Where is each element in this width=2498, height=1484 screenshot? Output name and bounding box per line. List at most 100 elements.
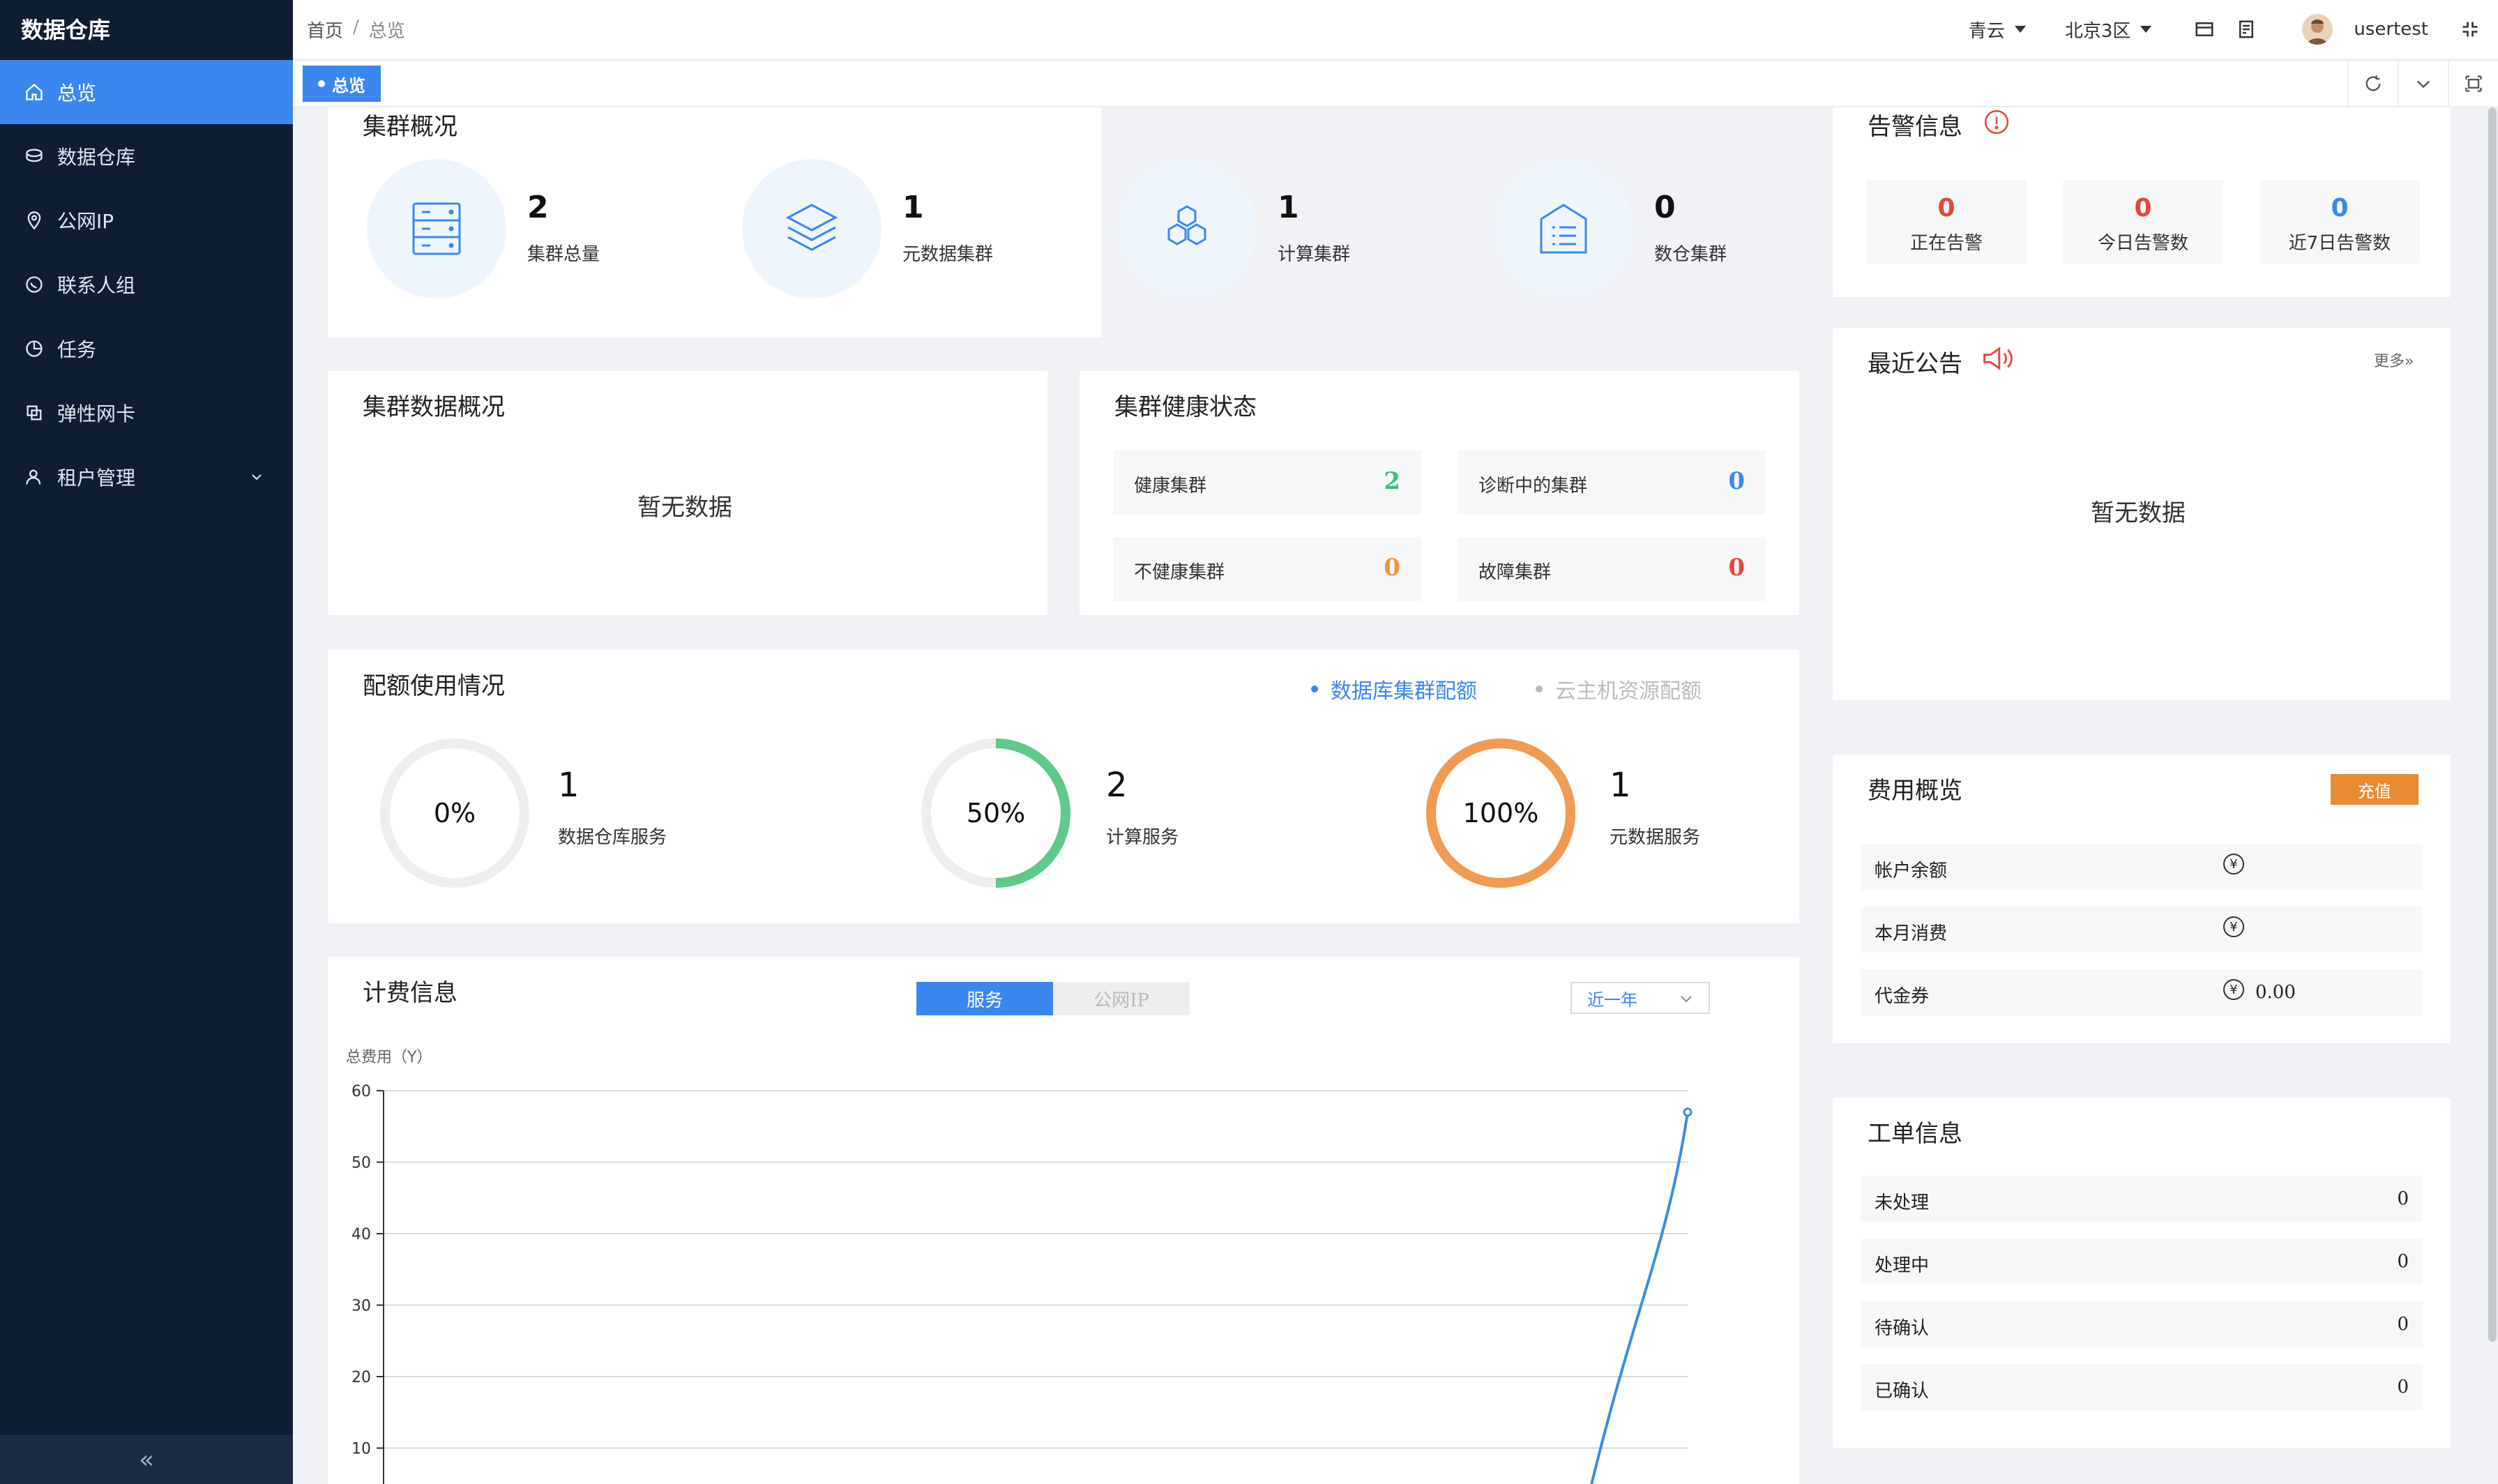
fee-row-monthly: 本月消费 ¥ (1861, 907, 2423, 953)
region-select[interactable]: 北京3区 (2065, 17, 2152, 43)
expand-icon[interactable] (2448, 61, 2498, 106)
breadcrumb: 首页 / 总览 (307, 17, 405, 43)
tab-db-quota[interactable]: 数据库集群配额 (1311, 674, 1477, 704)
breadcrumb-home[interactable]: 首页 (307, 17, 343, 43)
avatar[interactable] (2302, 14, 2333, 45)
health-label: 不健康集群 (1134, 562, 1225, 583)
layers-icon (742, 159, 881, 298)
cloud-select[interactable]: 青云 (1969, 17, 2026, 43)
username[interactable]: usertest (2354, 19, 2428, 40)
ticket-label: 已确认 (1875, 1381, 1930, 1402)
tab-vm-quota[interactable]: 云主机资源配额 (1536, 674, 1702, 704)
tab-active-dot (318, 80, 325, 87)
sidebar-item-label: 联系人组 (57, 274, 136, 297)
ticket-icon[interactable] (2232, 15, 2260, 43)
ticket-label: 未处理 (1875, 1192, 1930, 1213)
stat-compute-label: 计算集群 (1278, 244, 1351, 265)
chevron-down-icon (1678, 990, 1695, 1011)
quota-card: 配额使用情况 数据库集群配额 云主机资源配额 0% 1 数据仓库服务 50% 2… (328, 650, 1799, 923)
alert-label: 今日告警数 (2097, 233, 2188, 254)
refresh-icon[interactable] (2347, 61, 2398, 106)
fullscreen-icon[interactable] (2456, 15, 2484, 43)
quota-value: 1 (1610, 766, 1631, 805)
tab-label: 总览 (332, 75, 365, 96)
cloud-select-value: 青云 (1968, 20, 2005, 42)
top-header: 首页 / 总览 青云 北京3区 usertest (293, 0, 2498, 60)
quota-label: 计算服务 (1106, 827, 1179, 848)
ticket-row: 未处理 0 (1861, 1176, 2423, 1222)
quota-ring-metadata: 100% (1424, 736, 1577, 890)
billing-card-icon[interactable] (2190, 15, 2218, 43)
location-pin-icon (24, 210, 45, 231)
tickets-card: 工单信息 未处理 0 处理中 0 待确认 0 已确认 0 (1833, 1098, 2451, 1448)
quota-value: 1 (558, 766, 580, 805)
chat-bubble-icon (24, 274, 45, 295)
sidebar-item-label: 数据仓库 (57, 146, 136, 169)
health-value: 0 (1384, 554, 1400, 582)
breadcrumb-current: 总览 (368, 20, 405, 42)
alert-active: 0 正在告警 (1866, 180, 2027, 264)
currency-icon: ¥ (2223, 916, 2244, 937)
segment-service[interactable]: 服务 (916, 982, 1053, 1015)
health-diagnosing: 诊断中的集群 0 (1458, 450, 1766, 515)
region-select-value: 北京3区 (2064, 20, 2131, 42)
sidebar-item-tenant[interactable]: 租户管理 (0, 445, 293, 509)
currency-icon: ¥ (2223, 854, 2244, 874)
fee-value: 0.00 (2255, 982, 2296, 1003)
sidebar-item-public-ip[interactable]: 公网IP (0, 188, 293, 252)
card-title: 费用概览 (1868, 777, 1962, 805)
tab-label: 云主机资源配额 (1555, 679, 1702, 704)
tab-overview[interactable]: 总览 (303, 66, 381, 102)
sidebar-item-label: 公网IP (57, 210, 114, 233)
notice-card: 最近公告 更多» 暂无数据 (1833, 328, 2451, 700)
y-tick-label: 20 (351, 1369, 371, 1386)
sidebar-item-warehouse[interactable]: 数据仓库 (0, 124, 293, 188)
ticket-value: 0 (2397, 1314, 2409, 1335)
alert-value: 0 (1937, 194, 1955, 222)
health-fault: 故障集群 0 (1458, 537, 1766, 601)
quota-percent: 0% (433, 798, 476, 828)
recharge-button[interactable]: 充值 (2331, 774, 2418, 805)
sidebar-item-tasks[interactable]: 任务 (0, 317, 293, 381)
ticket-value: 0 (2397, 1251, 2409, 1272)
empty-state: 暂无数据 (637, 494, 732, 522)
hexagons-icon (1117, 159, 1257, 298)
sidebar-item-overview[interactable]: 总览 (0, 60, 293, 124)
card-title: 集群数据概况 (363, 393, 505, 421)
alert-value: 0 (2331, 194, 2349, 222)
range-select-value: 近一年 (1587, 990, 1637, 1010)
health-label: 健康集群 (1134, 476, 1207, 497)
sidebar-item-contact-groups[interactable]: 联系人组 (0, 252, 293, 317)
info-icon (1983, 109, 2010, 138)
warehouse-list-icon (1494, 159, 1633, 298)
cluster-overview-card: 集群概况 2 集群总量 1 元数据集群 (328, 107, 1102, 338)
health-healthy: 健康集群 2 (1113, 450, 1421, 515)
copy-icon (24, 402, 45, 423)
sidebar-item-eni[interactable]: 弹性网卡 (0, 381, 293, 445)
page-scrollbar[interactable] (2487, 107, 2498, 1484)
sidebar-item-label: 总览 (57, 82, 97, 105)
data-point[interactable] (1683, 1107, 1693, 1117)
alerts-card: 告警信息 0 正在告警 0 今日告警数 0 近7日告警数 (1833, 107, 2451, 297)
chevron-down-icon[interactable] (2398, 61, 2448, 106)
y-tick-label: 50 (351, 1155, 371, 1172)
segment-public-ip[interactable]: 公网IP (1053, 982, 1190, 1015)
quota-percent: 100% (1462, 798, 1539, 828)
quota-ring-dw: 0% (378, 736, 531, 890)
more-link[interactable]: 更多» (2374, 349, 2414, 371)
alert-value: 0 (2134, 194, 2152, 222)
alert-label: 正在告警 (1909, 233, 1983, 254)
server-icon (367, 159, 506, 298)
sidebar-collapse-button[interactable]: « (0, 1435, 293, 1484)
range-select[interactable]: 近一年 (1570, 982, 1710, 1014)
scrollbar-thumb[interactable] (2488, 107, 2497, 1342)
card-title: 集群概况 (363, 113, 457, 141)
user-icon (24, 467, 45, 487)
megaphone-icon (1982, 344, 2014, 375)
quota-value: 2 (1106, 766, 1128, 805)
ticket-row: 待确认 0 (1861, 1301, 2423, 1347)
sidebar: 数据仓库 总览 数据仓库 公网IP 联系人组 任务 弹性网卡 租户管理 « (0, 0, 293, 1484)
fees-card: 费用概览 充值 帐户余额 ¥ 本月消费 ¥ 代金券 ¥ 0.00 (1833, 755, 2451, 1043)
warehouse-icon (24, 146, 45, 167)
stat-dw-value: 0 (1654, 190, 1676, 225)
